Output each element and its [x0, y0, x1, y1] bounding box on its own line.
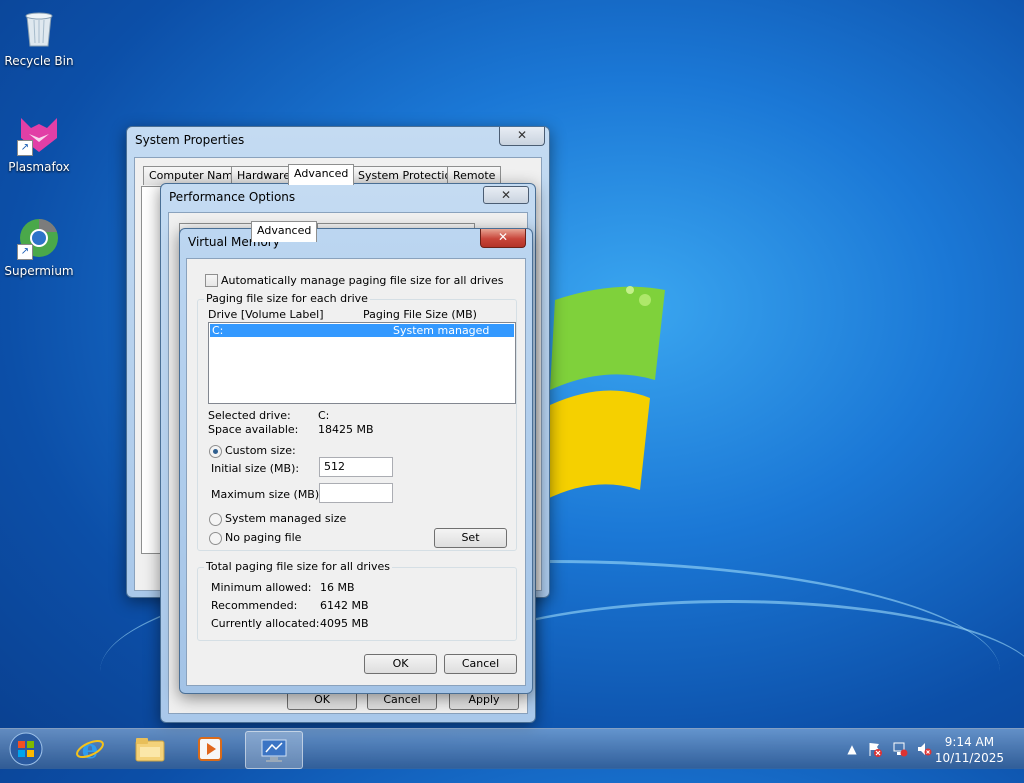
recycle-bin-icon [17, 6, 61, 50]
no-paging-label: No paging file [225, 531, 302, 544]
windows-logo-graphic [545, 286, 665, 500]
recommended-value: 6142 MB [320, 599, 369, 612]
auto-manage-checkbox[interactable] [205, 274, 218, 287]
supermium-icon: ↗ [17, 216, 61, 260]
desktop-icon-label: Recycle Bin [4, 54, 74, 68]
selected-drive-value: C: [318, 409, 330, 422]
desktop-icon-recycle-bin[interactable]: Recycle Bin [2, 6, 76, 68]
taskbar-media-player[interactable] [182, 731, 238, 767]
tab-advanced[interactable]: Advanced [288, 164, 355, 185]
desktop-icon-plasmafox[interactable]: ↗ Plasmafox [2, 112, 76, 174]
clock-time: 9:14 AM [944, 735, 995, 749]
drive-list[interactable]: C: System managed [208, 322, 516, 404]
windows-start-icon [9, 732, 43, 766]
custom-size-label: Custom size: [225, 444, 296, 457]
taskbar-file-explorer[interactable] [122, 731, 178, 767]
taskbar: e ▲ 9:14 AM 10/11/2025 [0, 728, 1024, 769]
internet-explorer-icon: e [76, 735, 104, 764]
virtual-memory-client: Automatically manage paging file size fo… [186, 258, 526, 686]
space-available-value: 18425 MB [318, 423, 374, 436]
maximum-size-label: Maximum size (MB): [211, 488, 323, 501]
plasmafox-icon: ↗ [17, 112, 61, 156]
system-managed-label: System managed size [225, 512, 347, 525]
column-header-drive: Drive [Volume Label] [208, 308, 324, 321]
recommended-label: Recommended: [211, 599, 298, 612]
system-managed-radio[interactable] [209, 513, 222, 526]
close-button[interactable]: ✕ [483, 186, 529, 204]
initial-size-input[interactable]: 512 [319, 457, 393, 477]
taskbar-system-properties[interactable] [245, 731, 303, 769]
close-icon: ✕ [500, 188, 512, 202]
network-icon[interactable] [892, 741, 908, 757]
shortcut-arrow-icon: ↗ [17, 244, 33, 260]
drive-cell: C: [212, 324, 224, 337]
cancel-button[interactable]: Cancel [444, 654, 517, 674]
shortcut-arrow-icon: ↗ [17, 140, 33, 156]
window-title: Performance Options [169, 190, 296, 204]
custom-size-radio[interactable] [209, 445, 222, 458]
list-item[interactable]: C: System managed [210, 324, 514, 337]
initial-size-label: Initial size (MB): [211, 462, 300, 475]
desktop-icon-label: Supermium [4, 264, 74, 278]
folder-icon [135, 738, 165, 762]
selected-drive-label: Selected drive: [208, 409, 291, 422]
currently-allocated-value: 4095 MB [320, 617, 369, 630]
close-button[interactable]: ✕ [499, 127, 545, 146]
start-button[interactable] [0, 731, 52, 767]
size-cell: System managed [393, 324, 490, 337]
action-center-flag-icon[interactable] [867, 741, 883, 757]
volume-muted-icon[interactable] [916, 741, 932, 757]
desktop-icon-supermium[interactable]: ↗ Supermium [2, 216, 76, 278]
clock-date: 10/11/2025 [934, 751, 1004, 765]
desktop-icon-label: Plasmafox [8, 160, 70, 174]
taskbar-internet-explorer[interactable]: e [62, 731, 118, 767]
virtual-memory-dialog: Virtual Memory ✕ Automatically manage pa… [179, 228, 533, 694]
system-properties-icon [261, 739, 287, 762]
minimum-allowed-value: 16 MB [320, 581, 355, 594]
window-title: System Properties [135, 133, 245, 147]
ok-button[interactable]: OK [364, 654, 437, 674]
show-hidden-icons-button[interactable]: ▲ [844, 741, 860, 757]
svg-text:e: e [82, 735, 99, 764]
space-available-label: Space available: [208, 423, 299, 436]
currently-allocated-label: Currently allocated: [211, 617, 320, 630]
no-paging-radio[interactable] [209, 532, 222, 545]
maximum-size-input[interactable] [319, 483, 393, 503]
minimum-allowed-label: Minimum allowed: [211, 581, 312, 594]
group-title: Total paging file size for all drives [204, 560, 393, 573]
media-player-icon [198, 737, 222, 761]
column-header-size: Paging File Size (MB) [363, 308, 477, 321]
clock[interactable]: 9:14 AM 10/11/2025 [935, 734, 1004, 766]
set-button[interactable]: Set [434, 528, 507, 548]
close-button[interactable]: ✕ [480, 229, 526, 248]
close-icon: ✕ [516, 128, 528, 142]
close-icon: ✕ [497, 230, 509, 244]
auto-manage-label: Automatically manage paging file size fo… [221, 274, 504, 287]
group-title: Paging file size for each drive [204, 292, 370, 305]
tab-advanced[interactable]: Advanced [251, 221, 318, 242]
